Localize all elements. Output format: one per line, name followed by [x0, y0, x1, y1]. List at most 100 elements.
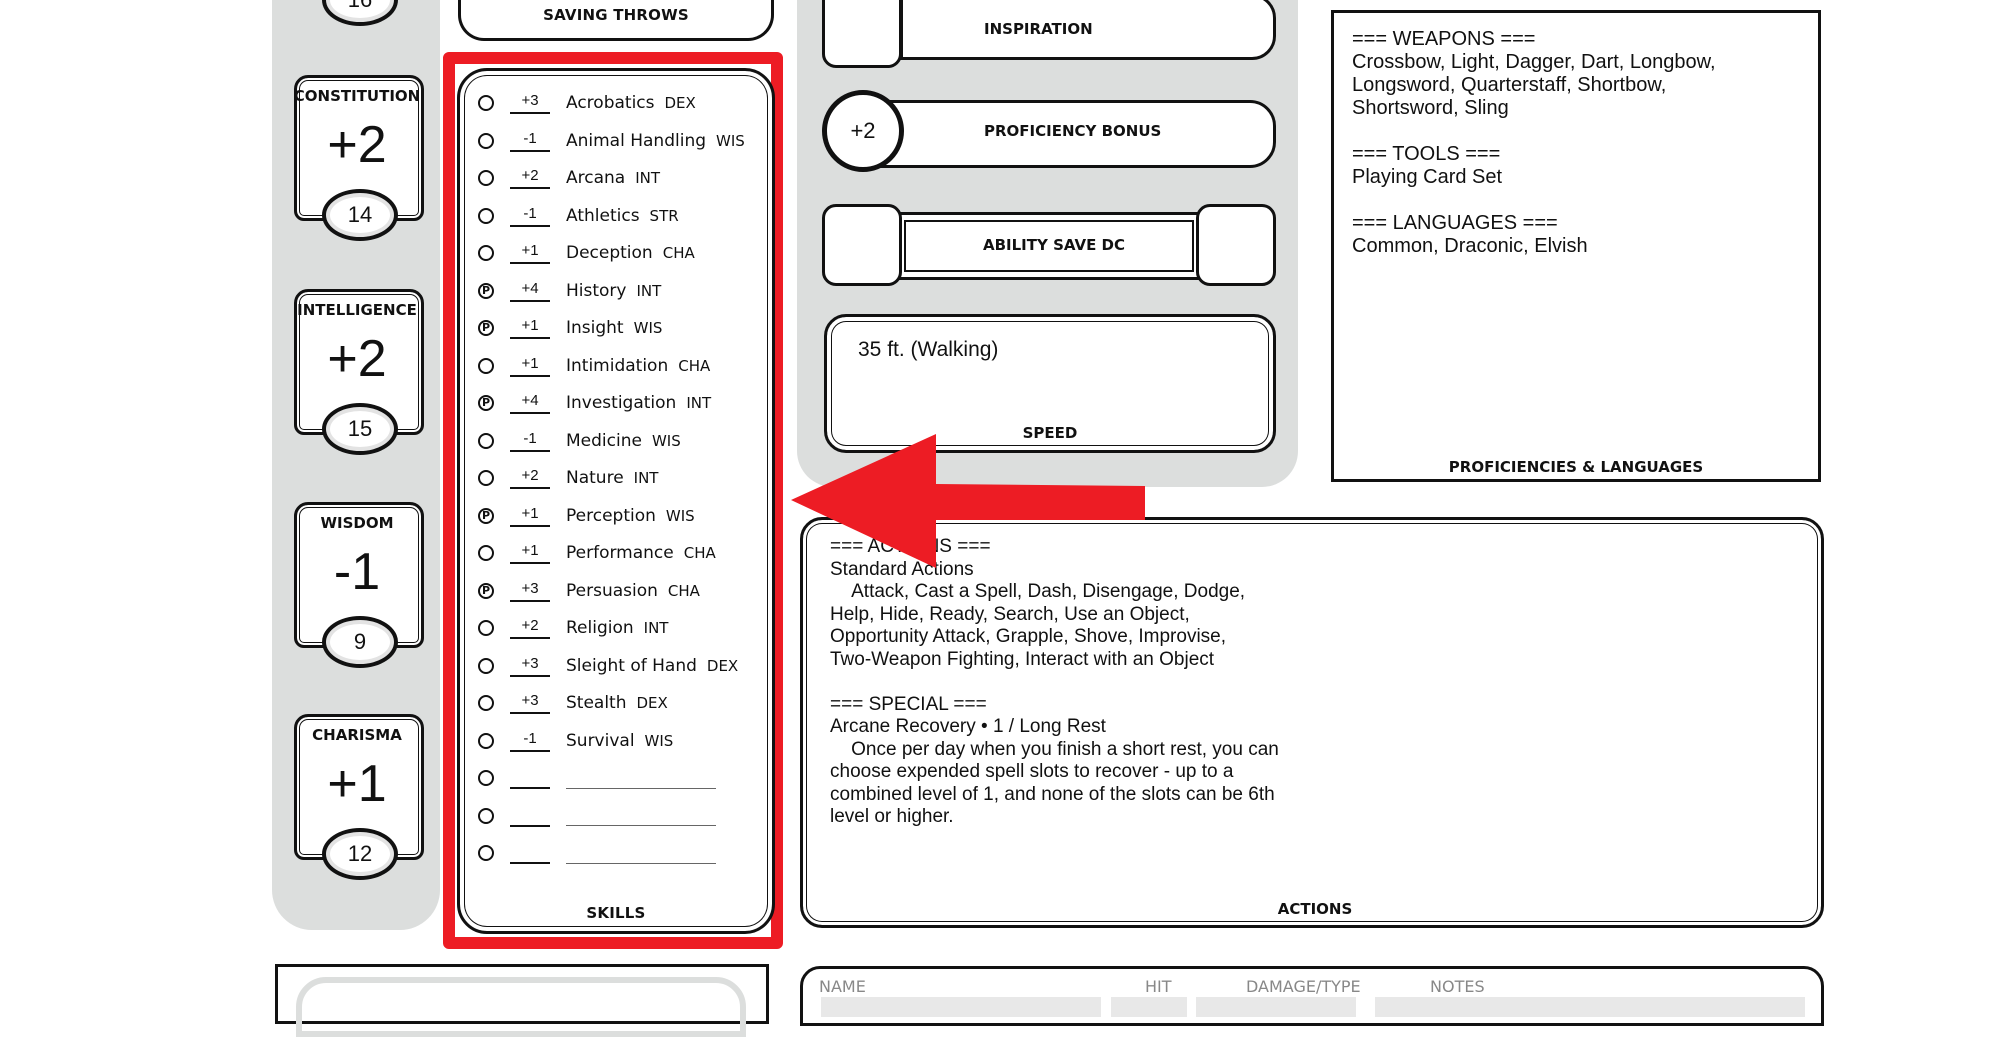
skill-modifier[interactable]: +3: [510, 692, 550, 714]
skill-modifier[interactable]: +2: [510, 467, 550, 489]
proficiency-checkbox[interactable]: P: [478, 282, 494, 299]
attacks-row-hit-field[interactable]: [1111, 997, 1187, 1017]
skill-name: Persuasion: [566, 580, 658, 601]
skill-name: Medicine: [566, 430, 642, 451]
ability-save-dc-right-slot[interactable]: [1196, 204, 1276, 286]
ability-modifier[interactable]: +1: [288, 754, 426, 814]
saving-throws-panel: SAVING THROWS: [458, 0, 774, 41]
proficiency-checkbox[interactable]: [478, 170, 494, 186]
skill-row-intimidation: +1 Intimidation CHA: [478, 351, 710, 381]
skill-modifier[interactable]: +3: [510, 655, 550, 677]
bottom-left-panel: [275, 964, 769, 1037]
skill-ability: INT: [643, 619, 669, 637]
skill-modifier[interactable]: +4: [510, 392, 550, 414]
skill-modifier[interactable]: +1: [510, 317, 550, 339]
proficiency-checkbox[interactable]: [478, 432, 494, 449]
ability-score[interactable]: 12: [322, 828, 398, 880]
skill-modifier[interactable]: +1: [510, 242, 550, 264]
ability-modifier[interactable]: +2: [288, 115, 426, 175]
skill-row-investigation: P +4 Investigation INT: [478, 388, 711, 418]
skill-row-acrobatics: +3 Acrobatics DEX: [478, 88, 696, 118]
skill-name-blank-field[interactable]: [566, 805, 716, 826]
ability-modifier[interactable]: -1: [288, 542, 426, 602]
attacks-col-notes: NOTES: [1430, 977, 1485, 996]
ability-score[interactable]: 15: [322, 403, 398, 455]
proficiency-checkbox[interactable]: P: [478, 320, 494, 336]
skill-row-religion: +2 Religion INT: [478, 613, 668, 643]
proficiency-checkbox[interactable]: [478, 845, 494, 861]
ability-box-wisdom: WISDOM -1 9: [288, 502, 426, 668]
skill-modifier-blank[interactable]: [510, 805, 550, 827]
skill-row-insight: P +1 Insight WIS: [478, 313, 662, 343]
proficiency-checkbox[interactable]: [478, 545, 494, 561]
attacks-col-hit: HIT: [1145, 977, 1172, 996]
attacks-row-damage-field[interactable]: [1196, 997, 1356, 1017]
skill-modifier[interactable]: -1: [510, 130, 550, 152]
skill-modifier[interactable]: +3: [510, 580, 550, 602]
skill-modifier[interactable]: +3: [510, 92, 550, 114]
proficiency-checkbox[interactable]: P: [478, 395, 494, 411]
skill-ability: INT: [635, 169, 661, 187]
skill-modifier[interactable]: +2: [510, 617, 550, 639]
proficiencies-label: PROFICIENCIES & LANGUAGES: [1448, 458, 1704, 476]
skill-row-performance: +1 Performance CHA: [478, 538, 716, 568]
ability-score[interactable]: 16: [322, 0, 398, 26]
proficiency-bonus-value[interactable]: +2: [822, 90, 904, 172]
proficiencies-text[interactable]: === WEAPONS === Crossbow, Light, Dagger,…: [1352, 28, 1802, 258]
skill-modifier-blank[interactable]: [510, 767, 550, 789]
proficiency-checkbox[interactable]: [478, 695, 494, 711]
proficiency-checkbox[interactable]: [478, 807, 494, 824]
skill-name: Investigation: [566, 393, 677, 413]
proficiency-checkbox[interactable]: [478, 620, 494, 636]
ability-score[interactable]: 9: [322, 616, 398, 668]
attacks-row-notes-field[interactable]: [1375, 997, 1805, 1017]
ability-box-strength-partial: 16: [288, 0, 426, 60]
bottom-left-panel-ornament: [296, 977, 746, 1037]
skill-name: Stealth: [566, 693, 627, 713]
inspiration-checkbox[interactable]: [822, 0, 902, 68]
ability-name: CONSTITUTION: [293, 87, 421, 105]
skill-ability: INT: [636, 281, 662, 300]
skill-name: Perception: [566, 505, 656, 526]
skill-row-arcana: +2 Arcana INT: [478, 163, 660, 193]
skill-modifier[interactable]: +1: [510, 542, 550, 564]
ability-box-charisma: CHARISMA +1 12: [288, 714, 426, 880]
skills-label: SKILLS: [586, 904, 646, 922]
proficiency-checkbox[interactable]: [478, 657, 494, 674]
skill-ability: CHA: [683, 544, 716, 562]
skill-ability: WIS: [644, 731, 674, 750]
annotation-arrow: [791, 434, 1145, 568]
proficiency-checkbox[interactable]: [478, 207, 494, 224]
skill-name: Animal Handling: [566, 130, 707, 151]
speed-value[interactable]: 35 ft. (Walking): [858, 338, 998, 362]
proficiency-checkbox[interactable]: [478, 770, 494, 786]
skill-name-blank-field[interactable]: [566, 843, 716, 864]
proficiency-checkbox[interactable]: P: [478, 582, 494, 599]
skill-modifier[interactable]: -1: [510, 430, 550, 452]
ability-save-dc-left-slot[interactable]: [822, 204, 902, 286]
skill-modifier-blank[interactable]: [510, 842, 550, 864]
ability-modifier[interactable]: +2: [288, 329, 426, 389]
skill-row-blank: [478, 763, 716, 793]
skill-modifier[interactable]: +1: [510, 505, 550, 527]
actions-label: ACTIONS: [1277, 900, 1353, 918]
skill-modifier[interactable]: +1: [510, 355, 550, 377]
ability-score[interactable]: 14: [322, 189, 398, 241]
proficiency-checkbox[interactable]: [478, 732, 494, 749]
proficiency-checkbox[interactable]: P: [478, 507, 494, 524]
proficiency-checkbox[interactable]: [478, 95, 494, 111]
skill-row-animal-handling: -1 Animal Handling WIS: [478, 126, 745, 156]
skill-name-blank-field[interactable]: [566, 768, 716, 789]
skill-row-survival: -1 Survival WIS: [478, 726, 673, 756]
attacks-row-name-field[interactable]: [821, 997, 1101, 1017]
skill-modifier[interactable]: -1: [510, 730, 550, 752]
arrow-shape: [791, 434, 1145, 568]
proficiency-checkbox[interactable]: [478, 470, 494, 486]
proficiency-checkbox[interactable]: [478, 132, 494, 149]
skill-modifier[interactable]: +2: [510, 167, 550, 189]
proficiency-checkbox[interactable]: [478, 357, 494, 374]
skill-modifier[interactable]: -1: [510, 205, 550, 227]
skill-name: Sleight of Hand: [566, 655, 697, 676]
skill-modifier[interactable]: +4: [510, 280, 550, 302]
proficiency-checkbox[interactable]: [478, 245, 494, 261]
